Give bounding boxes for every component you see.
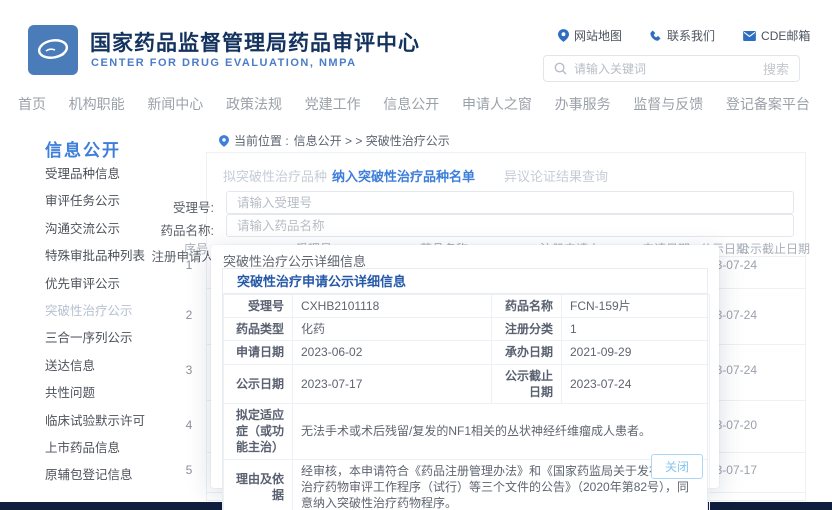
field-label: 理由及依据 <box>224 459 293 510</box>
field-label: 药品名称 <box>492 295 562 318</box>
sitemap-link[interactable]: 网站地图 <box>558 27 622 44</box>
tab-objection-result-query[interactable]: 异议论证结果查询 <box>504 166 608 185</box>
mailbox-label: CDE邮箱 <box>761 27 810 44</box>
nav-item-services[interactable]: 办事服务 <box>555 94 611 114</box>
nav-item-info-disclosure[interactable]: 信息公开 <box>383 94 439 114</box>
main-nav: 首页 机构职能 新闻中心 政策法规 党建工作 信息公开 申请人之窗 办事服务 监… <box>18 94 810 114</box>
drug-name-label: 药品名称: <box>114 220 214 239</box>
table-row: 申请日期 2023-06-02 承办日期 2021-09-29 <box>224 341 710 364</box>
site-title-en: CENTER FOR DRUG EVALUATION, NMPA <box>91 57 357 69</box>
search-bar: 搜索 <box>543 55 800 82</box>
field-value: 经审核，本申请符合《药品注册管理办法》和《国家药监局关于发布突破性治疗药物审评工… <box>293 459 710 510</box>
search-button[interactable]: 搜索 <box>763 59 789 78</box>
sidebar-item-priority-review[interactable]: 优先审评公示 <box>45 273 145 300</box>
nav-item-party[interactable]: 党建工作 <box>305 94 361 114</box>
sidebar-item-marketed-drugs[interactable]: 上市药品信息 <box>45 437 145 464</box>
table-row-index: 3 <box>178 363 200 377</box>
contact-label: 联系我们 <box>667 27 715 44</box>
nav-item-supervision[interactable]: 监督与反馈 <box>633 94 703 114</box>
receipt-no-label: 受理号: <box>114 197 214 216</box>
sitemap-label: 网站地图 <box>574 27 622 44</box>
table-row: 药品类型 化药 注册分类 1 <box>224 318 710 341</box>
contact-link[interactable]: 联系我们 <box>650 27 715 44</box>
field-value: FCN-159片 <box>562 295 710 318</box>
field-label: 药品类型 <box>224 318 293 341</box>
breakthrough-detail-dialog: 突破性治疗公示详细信息 突破性治疗申请公示详细信息 受理号 CXHB210111… <box>211 245 719 488</box>
field-value: 2023-07-17 <box>293 364 492 403</box>
breadcrumb: 当前位置 : 信息公开 > > 突破性治疗公示 <box>219 132 450 149</box>
field-label: 拟定适应症（或功能主治） <box>224 403 293 459</box>
tab-proposed-breakthrough[interactable]: 拟突破性治疗品种 <box>223 166 327 185</box>
nav-item-home[interactable]: 首页 <box>18 94 46 114</box>
sidebar-item-clinical-trial-license[interactable]: 临床试验默示许可 <box>45 410 145 437</box>
breadcrumb-path: 信息公开 > > 突破性治疗公示 <box>294 132 450 149</box>
drug-name-input[interactable] <box>226 214 794 237</box>
location-pin-icon <box>219 135 229 147</box>
table-row-index: 5 <box>178 463 200 477</box>
field-value: 化药 <box>293 318 492 341</box>
mail-icon <box>743 31 756 41</box>
detail-section-title: 突破性治疗申请公示详细信息 <box>223 269 707 294</box>
field-label: 承办日期 <box>492 341 562 364</box>
detail-table: 受理号 CXHB2101118 药品名称 FCN-159片 药品类型 化药 注册… <box>223 294 710 510</box>
sidebar-item-three-in-one[interactable]: 三合一序列公示 <box>45 327 145 354</box>
search-icon <box>554 62 567 75</box>
sidebar-item-common-issues[interactable]: 共性问题 <box>45 382 145 409</box>
nav-item-policy[interactable]: 政策法规 <box>226 94 282 114</box>
table-row: 理由及依据 经审核，本申请符合《药品注册管理办法》和《国家药监局关于发布突破性治… <box>224 459 710 510</box>
nav-item-registration-platform[interactable]: 登记备案平台 <box>726 94 810 114</box>
nav-item-news[interactable]: 新闻中心 <box>147 94 203 114</box>
field-label: 申请日期 <box>224 341 293 364</box>
table-row: 拟定适应症（或功能主治） 无法手术或术后残留/复发的NF1相关的丛状神经纤维瘤成… <box>224 403 710 459</box>
sidebar-item-accepted-varieties[interactable]: 受理品种信息 <box>45 163 145 190</box>
dialog-detail-panel: 突破性治疗申请公示详细信息 受理号 CXHB2101118 药品名称 FCN-1… <box>222 268 708 510</box>
table-row-index: 1 <box>178 258 200 272</box>
location-pin-icon <box>558 29 569 42</box>
field-value: 2021-09-29 <box>562 341 710 364</box>
field-value: 2023-06-02 <box>293 341 492 364</box>
search-input[interactable] <box>574 62 756 76</box>
site-title-cn: 国家药品监督管理局药品审评中心 <box>90 27 420 57</box>
receipt-no-input[interactable] <box>226 191 794 214</box>
tab-included-breakthrough-list[interactable]: 纳入突破性治疗品种名单 <box>332 166 475 185</box>
field-label: 注册分类 <box>492 318 562 341</box>
table-row: 公示日期 2023-07-17 公示截止日期 2023-07-24 <box>224 364 710 403</box>
field-label: 公示日期 <box>224 364 293 403</box>
sidebar-item-delivery-info[interactable]: 送达信息 <box>45 355 145 382</box>
sidebar-title: 信息公开 <box>45 136 121 161</box>
nav-item-applicant-window[interactable]: 申请人之窗 <box>462 94 532 114</box>
sidebar-item-excipient-registration[interactable]: 原辅包登记信息 <box>45 464 145 491</box>
col-header-publicity-end-date: 公示截止日期 <box>738 240 810 257</box>
table-row-index: 4 <box>178 418 200 432</box>
cde-logo-icon[interactable] <box>28 25 78 75</box>
field-value: 1 <box>562 318 710 341</box>
table-row-index: 2 <box>178 308 200 322</box>
table-row: 受理号 CXHB2101118 药品名称 FCN-159片 <box>224 295 710 318</box>
header-quick-links: 网站地图 联系我们 CDE邮箱 <box>558 27 810 44</box>
field-label: 公示截止日期 <box>492 364 562 403</box>
mailbox-link[interactable]: CDE邮箱 <box>743 27 810 44</box>
logo-swirl-icon <box>33 30 73 70</box>
field-value: CXHB2101118 <box>293 295 492 318</box>
field-label: 受理号 <box>224 295 293 318</box>
nav-item-functions[interactable]: 机构职能 <box>69 94 125 114</box>
field-value: 无法手术或术后残留/复发的NF1相关的丛状神经纤维瘤成人患者。 <box>293 403 710 459</box>
sidebar-item-breakthrough-therapy[interactable]: 突破性治疗公示 <box>45 300 145 327</box>
close-button[interactable]: 关闭 <box>651 454 703 479</box>
field-value: 2023-07-24 <box>562 364 710 403</box>
page: 国家药品监督管理局药品审评中心 CENTER FOR DRUG EVALUATI… <box>0 0 832 510</box>
breadcrumb-prefix: 当前位置 : <box>234 132 289 149</box>
col-header-index: 序号 <box>184 240 208 257</box>
phone-icon <box>650 30 662 42</box>
